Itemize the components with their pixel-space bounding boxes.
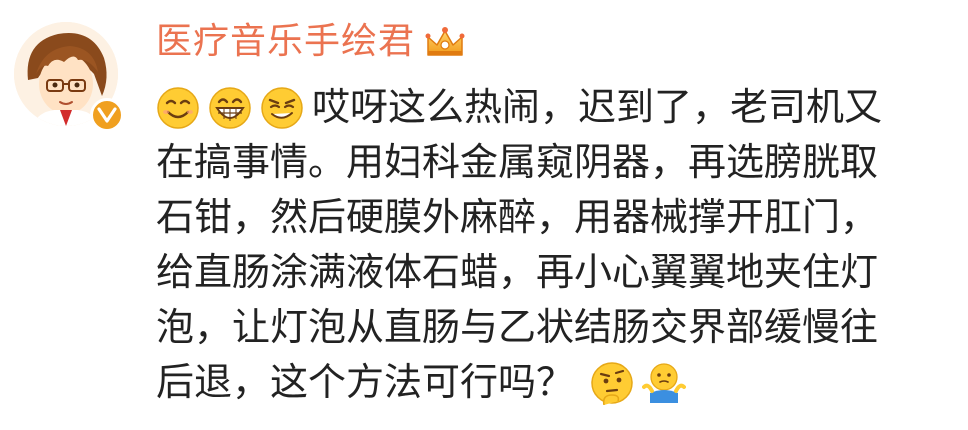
comment-line-text: 后退，这个方法可行吗？ [156,360,575,404]
comment-line: 哎呀这么热闹，迟到了，老司机又 [156,80,956,135]
smile-emoji-icon [156,86,200,130]
comment-line-text: 给直肠涂满液体石蜡，再小心翼翼地夹住灯 [156,250,879,294]
shrug-emoji-icon [642,361,687,405]
comment-line: 石钳，然后硬膜外麻醉，用器械撑开肛门， [156,190,956,245]
comment-text: 哎呀这么热闹，迟到了，老司机又 在搞事情。用妇科金属窥阴器，再选膀胱取 石钳，然… [156,80,956,410]
username-row: 医疗音乐手绘君 [156,14,465,70]
comment-line-text: 在搞事情。用妇科金属窥阴器，再选膀胱取 [156,140,879,184]
comment-line-text: 石钳，然后硬膜外麻醉，用器械撑开肛门， [156,195,879,239]
avatar-container[interactable] [14,22,126,134]
comment-card: 医疗音乐手绘君 哎呀这么热闹，迟到了，老司机又 在搞事情。用妇科金属窥阴器，再选… [0,0,968,430]
verified-v-icon [97,107,117,123]
comment-line-text: 哎呀这么热闹，迟到了，老司机又 [312,85,883,129]
username-link[interactable]: 医疗音乐手绘君 [156,20,415,64]
grin-emoji-icon [208,86,252,130]
comment-line: 后退，这个方法可行吗？ [156,355,956,410]
verified-badge [90,98,124,132]
comment-line-text: 泡，让灯泡从直肠与乙状结肠交界部缓慢往 [156,305,879,349]
comment-line: 在搞事情。用妇科金属窥阴器，再选膀胱取 [156,135,956,190]
crown-icon[interactable] [425,25,465,59]
comment-line: 给直肠涂满液体石蜡，再小心翼翼地夹住灯 [156,245,956,300]
smirk-emoji-icon [260,86,304,130]
thinking-emoji-icon [590,361,634,405]
comment-line: 泡，让灯泡从直肠与乙状结肠交界部缓慢往 [156,300,956,355]
